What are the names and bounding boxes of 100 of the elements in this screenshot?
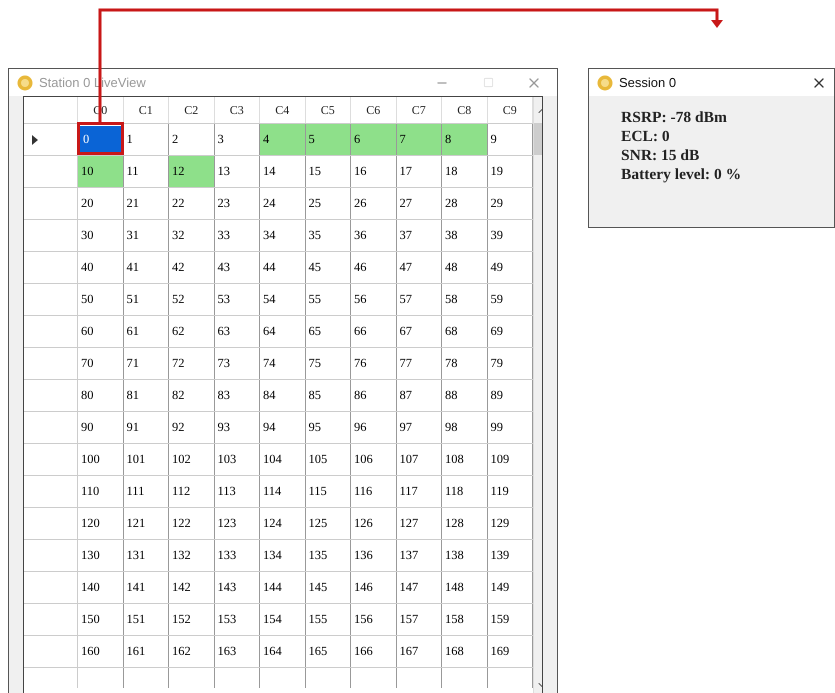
table-cell bbox=[124, 668, 169, 688]
table-cell: 165 bbox=[306, 636, 351, 667]
table-cell: 91 bbox=[124, 412, 169, 443]
table-cell: 107 bbox=[396, 444, 442, 475]
column-header[interactable]: C6 bbox=[351, 97, 396, 123]
table-cell: 141 bbox=[124, 572, 169, 603]
table-cell: 42 bbox=[169, 252, 214, 283]
table-cell: 94 bbox=[260, 412, 306, 443]
table-cell: 97 bbox=[396, 412, 442, 443]
table-cell: 93 bbox=[214, 412, 260, 443]
info-text: ECL: 0 bbox=[621, 127, 671, 146]
table-cell: 89 bbox=[488, 380, 533, 411]
table-cell: 143 bbox=[214, 572, 260, 603]
table-cell: 11 bbox=[124, 156, 169, 187]
table-cell: 40 bbox=[78, 252, 124, 283]
table-cell: 117 bbox=[396, 476, 442, 507]
column-header[interactable]: C3 bbox=[214, 97, 260, 123]
table-cell: 5 bbox=[306, 124, 351, 155]
table-cell: 49 bbox=[488, 252, 533, 283]
app-logo-icon bbox=[17, 74, 33, 90]
app-logo-icon bbox=[597, 74, 613, 90]
table-cell: 127 bbox=[396, 508, 442, 539]
table-cell: 145 bbox=[306, 572, 351, 603]
table-cell: 133 bbox=[214, 540, 260, 571]
table-cell: 37 bbox=[396, 220, 442, 251]
table-cell: 55 bbox=[306, 284, 351, 315]
table-cell: 75 bbox=[306, 348, 351, 379]
table-cell: 53 bbox=[214, 284, 260, 315]
table-cell: 65 bbox=[306, 316, 351, 347]
table-cell: 119 bbox=[488, 476, 533, 507]
table-cell: 98 bbox=[442, 412, 488, 443]
table-cell: 4 bbox=[260, 124, 306, 155]
table-cell bbox=[396, 668, 442, 688]
column-header[interactable]: C4 bbox=[260, 97, 306, 123]
table-cell: 46 bbox=[351, 252, 396, 283]
table-cell: 41 bbox=[124, 252, 169, 283]
table-cell: 90 bbox=[78, 412, 124, 443]
table-cell: 99 bbox=[488, 412, 533, 443]
table-cell: 109 bbox=[488, 444, 533, 475]
table-cell: 9 bbox=[488, 124, 533, 155]
table-cell: 85 bbox=[306, 380, 351, 411]
table-cell: 12 bbox=[169, 156, 214, 187]
table-cell: 125 bbox=[306, 508, 351, 539]
table-cell: 139 bbox=[488, 540, 533, 571]
table-cell: 149 bbox=[488, 572, 533, 603]
table-cell: 6 bbox=[351, 124, 396, 155]
table-cell: 111 bbox=[124, 476, 169, 507]
table-cell: 51 bbox=[124, 284, 169, 315]
table-cell: 77 bbox=[396, 348, 442, 379]
table-cell bbox=[488, 668, 533, 688]
table-cell: 83 bbox=[214, 380, 260, 411]
current-row-icon bbox=[32, 134, 38, 144]
table-cell: 95 bbox=[306, 412, 351, 443]
table-cell: 81 bbox=[124, 380, 169, 411]
table-cell: 57 bbox=[396, 284, 442, 315]
table-cell: 121 bbox=[124, 508, 169, 539]
table-cell: 69 bbox=[488, 316, 533, 347]
table-cell: 39 bbox=[488, 220, 533, 251]
table-cell: 27 bbox=[396, 188, 442, 219]
table-cell: 137 bbox=[396, 540, 442, 571]
table-cell: 25 bbox=[306, 188, 351, 219]
table-cell: 67 bbox=[396, 316, 442, 347]
table-cell: 163 bbox=[214, 636, 260, 667]
column-header[interactable]: C8 bbox=[442, 97, 488, 123]
table-cell: 155 bbox=[306, 604, 351, 635]
table-cell: 3 bbox=[214, 124, 260, 155]
table-cell: 147 bbox=[396, 572, 442, 603]
table-cell: 115 bbox=[306, 476, 351, 507]
table-cell: 35 bbox=[306, 220, 351, 251]
table-cell: 167 bbox=[396, 636, 442, 667]
table-cell: 113 bbox=[214, 476, 260, 507]
table-cell: 79 bbox=[488, 348, 533, 379]
table-cell: 103 bbox=[214, 444, 260, 475]
table-cell: 8 bbox=[442, 124, 488, 155]
table-cell: 129 bbox=[488, 508, 533, 539]
table-cell: 169 bbox=[488, 636, 533, 667]
column-header[interactable]: C5 bbox=[306, 97, 351, 123]
table-cell: 47 bbox=[396, 252, 442, 283]
table-cell: 21 bbox=[124, 188, 169, 219]
column-header[interactable]: C7 bbox=[396, 97, 442, 123]
table-cell: 48 bbox=[442, 252, 488, 283]
table-cell: 45 bbox=[306, 252, 351, 283]
table-cell: 96 bbox=[351, 412, 396, 443]
table-cell: 92 bbox=[169, 412, 214, 443]
column-header[interactable]: C2 bbox=[169, 97, 214, 123]
table-cell: 17 bbox=[396, 156, 442, 187]
table-cell: 7 bbox=[396, 124, 442, 155]
table-cell: 123 bbox=[214, 508, 260, 539]
table-cell: 159 bbox=[488, 604, 533, 635]
info-text: SNR: 15 dB bbox=[621, 146, 700, 165]
table-cell: 19 bbox=[488, 156, 533, 187]
table-cell: 151 bbox=[124, 604, 169, 635]
table-cell: 29 bbox=[488, 188, 533, 219]
column-header[interactable]: C1 bbox=[124, 97, 169, 123]
info-text: Battery level: 0 % bbox=[621, 165, 742, 184]
window-title: Session 0 bbox=[619, 74, 676, 92]
table-cell: 61 bbox=[124, 316, 169, 347]
table-cell: 157 bbox=[396, 604, 442, 635]
table-cell: 59 bbox=[488, 284, 533, 315]
table-cell bbox=[214, 668, 260, 688]
